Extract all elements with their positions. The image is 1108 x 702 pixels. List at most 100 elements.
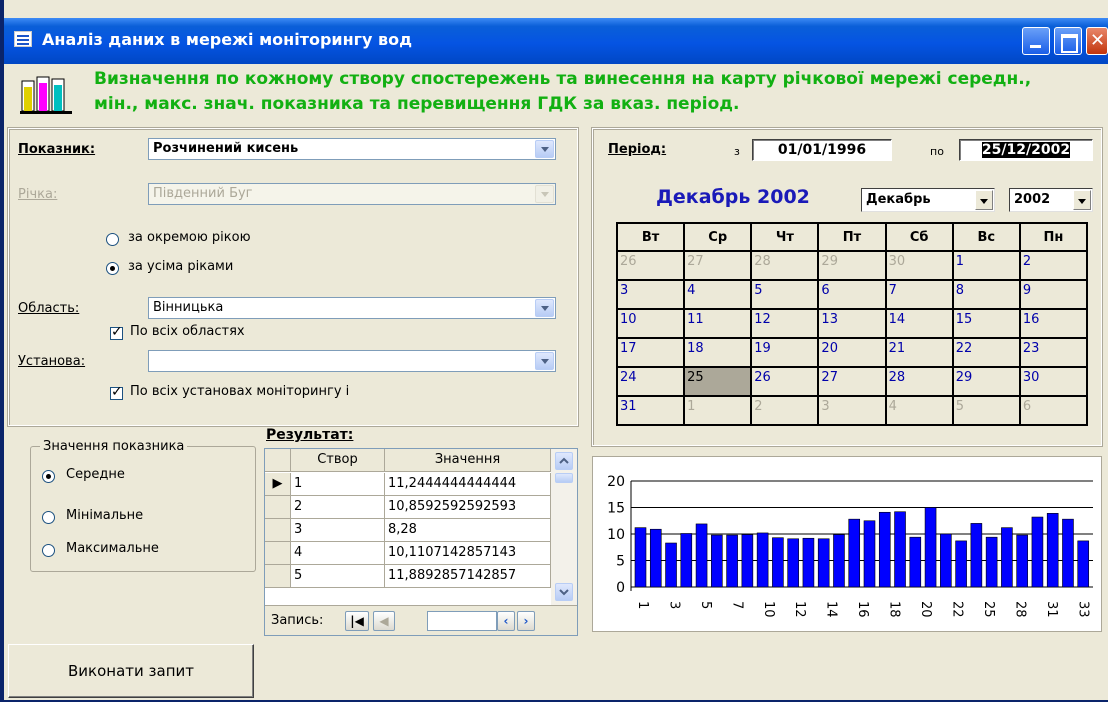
table-cell[interactable]: 10,1107142857143	[385, 542, 551, 565]
table-row[interactable]: 2 10,8592592592593	[265, 496, 551, 519]
calendar-day[interactable]: 6	[817, 279, 887, 310]
table-row[interactable]: 5 11,8892857142857	[265, 565, 551, 588]
scroll-up-icon[interactable]	[555, 452, 573, 470]
calendar-day[interactable]: 2	[750, 395, 820, 426]
calendar-day[interactable]: 20	[817, 337, 887, 368]
calendar-day[interactable]: 11	[683, 308, 753, 339]
column-header[interactable]: Значення	[385, 449, 551, 472]
table-cell[interactable]: 4	[291, 542, 385, 565]
calendar-day[interactable]: 13	[817, 308, 887, 339]
value-radio[interactable]	[42, 511, 55, 524]
oblast-select[interactable]: Вінницька	[148, 297, 556, 319]
calendar-day[interactable]: 10	[615, 308, 686, 339]
calendar-day[interactable]: 29	[951, 366, 1021, 397]
calendar-day[interactable]: 21	[884, 337, 954, 368]
chart-bar	[878, 511, 891, 588]
radio-all-rivers[interactable]	[106, 262, 119, 275]
table-row[interactable]: 4 10,1107142857143	[265, 542, 551, 565]
calendar-day[interactable]: 31	[615, 395, 686, 426]
calendar-day[interactable]: 7	[884, 279, 954, 310]
table-cell[interactable]: 11,2444444444444	[385, 473, 551, 496]
calendar-day[interactable]: 16	[1018, 308, 1089, 339]
title-bar[interactable]: Аналіз даних в мережі моніторингу вод	[4, 18, 1108, 64]
calendar-day[interactable]: 9	[1018, 279, 1089, 310]
chevron-down-icon[interactable]	[535, 185, 554, 203]
pokaznyk-select[interactable]: Розчинений кисень	[148, 138, 556, 160]
all-ustanovy-checkbox[interactable]	[110, 384, 123, 400]
calendar-day[interactable]: 25	[683, 366, 753, 397]
table-cell[interactable]: 8,28	[385, 519, 551, 542]
chevron-down-icon[interactable]	[535, 352, 554, 370]
row-selector[interactable]	[265, 496, 291, 519]
prev-record-icon[interactable]: ◀	[373, 611, 395, 631]
maximize-button[interactable]	[1054, 27, 1082, 55]
calendar-day[interactable]: 26	[750, 366, 820, 397]
table-cell[interactable]: 2	[291, 496, 385, 519]
calendar-day[interactable]: 28	[884, 366, 954, 397]
calendar-day[interactable]: 18	[683, 337, 753, 368]
calendar-day[interactable]: 12	[750, 308, 820, 339]
table-cell[interactable]: 3	[291, 519, 385, 542]
calendar-day[interactable]: 4	[683, 279, 753, 310]
all-oblasts-checkbox[interactable]	[110, 324, 123, 340]
calendar-day[interactable]: 23	[1018, 337, 1089, 368]
calendar-day[interactable]: 22	[951, 337, 1021, 368]
scroll-left-icon[interactable]: ‹	[497, 611, 515, 631]
calendar-day[interactable]: 28	[750, 250, 820, 281]
row-selector[interactable]	[265, 565, 291, 588]
calendar-day[interactable]: 5	[951, 395, 1021, 426]
richka-select[interactable]: Південний Буг	[148, 183, 556, 205]
scroll-thumb[interactable]	[555, 473, 573, 483]
column-header[interactable]: Створ	[291, 449, 385, 472]
calendar-day[interactable]: 3	[615, 279, 686, 310]
row-selector[interactable]: ▶	[265, 473, 291, 496]
scroll-down-icon[interactable]	[555, 583, 573, 601]
calendar-day[interactable]: 27	[683, 250, 753, 281]
calendar-day[interactable]: 27	[817, 366, 887, 397]
scroll-right-icon[interactable]: ›	[517, 611, 535, 631]
calendar-day[interactable]: 2	[1018, 250, 1089, 281]
chevron-down-icon[interactable]	[535, 299, 554, 317]
radio-single-river[interactable]	[106, 233, 119, 246]
calendar-day[interactable]: 8	[951, 279, 1021, 310]
value-radio[interactable]	[42, 470, 55, 483]
table-cell[interactable]: 11,8892857142857	[385, 565, 551, 588]
calendar-day[interactable]: 26	[615, 250, 686, 281]
chevron-down-icon[interactable]	[535, 140, 554, 158]
calendar-day[interactable]: 19	[750, 337, 820, 368]
year-select[interactable]: 2002	[1009, 188, 1093, 212]
calendar-day[interactable]: 6	[1018, 395, 1089, 426]
calendar-day[interactable]: 30	[1018, 366, 1089, 397]
month-select[interactable]: Декабрь	[861, 188, 995, 212]
calendar-day[interactable]: 1	[683, 395, 753, 426]
close-button[interactable]	[1086, 27, 1108, 55]
calendar-day[interactable]: 30	[884, 250, 954, 281]
record-number-field[interactable]	[427, 611, 497, 631]
table-row[interactable]: 3 8,28	[265, 519, 551, 542]
period-to-field[interactable]: 25/12/2002	[959, 139, 1093, 161]
calendar-day[interactable]: 3	[817, 395, 887, 426]
calendar-day[interactable]: 14	[884, 308, 954, 339]
run-query-button[interactable]: Виконати запит	[8, 644, 254, 698]
calendar-day[interactable]: 5	[750, 279, 820, 310]
calendar-day[interactable]: 24	[615, 366, 686, 397]
chevron-down-icon[interactable]	[975, 190, 993, 210]
row-selector[interactable]	[265, 519, 291, 542]
table-cell[interactable]: 1	[291, 473, 385, 496]
calendar-day[interactable]: 17	[615, 337, 686, 368]
minimize-button[interactable]	[1022, 27, 1050, 55]
chevron-down-icon[interactable]	[1073, 190, 1091, 210]
grid-scrollbar[interactable]	[551, 449, 577, 605]
table-cell[interactable]: 10,8592592592593	[385, 496, 551, 519]
calendar-day[interactable]: 29	[817, 250, 887, 281]
ustanova-select[interactable]	[148, 350, 556, 372]
calendar-day[interactable]: 15	[951, 308, 1021, 339]
calendar-day[interactable]: 1	[951, 250, 1021, 281]
period-from-field[interactable]: 01/01/1996	[752, 139, 892, 161]
table-cell[interactable]: 5	[291, 565, 385, 588]
value-radio[interactable]	[42, 544, 55, 557]
row-selector[interactable]	[265, 542, 291, 565]
table-row[interactable]: ▶ 1 11,2444444444444	[265, 473, 551, 496]
calendar-day[interactable]: 4	[884, 395, 954, 426]
first-record-icon[interactable]: |◀	[345, 611, 369, 631]
